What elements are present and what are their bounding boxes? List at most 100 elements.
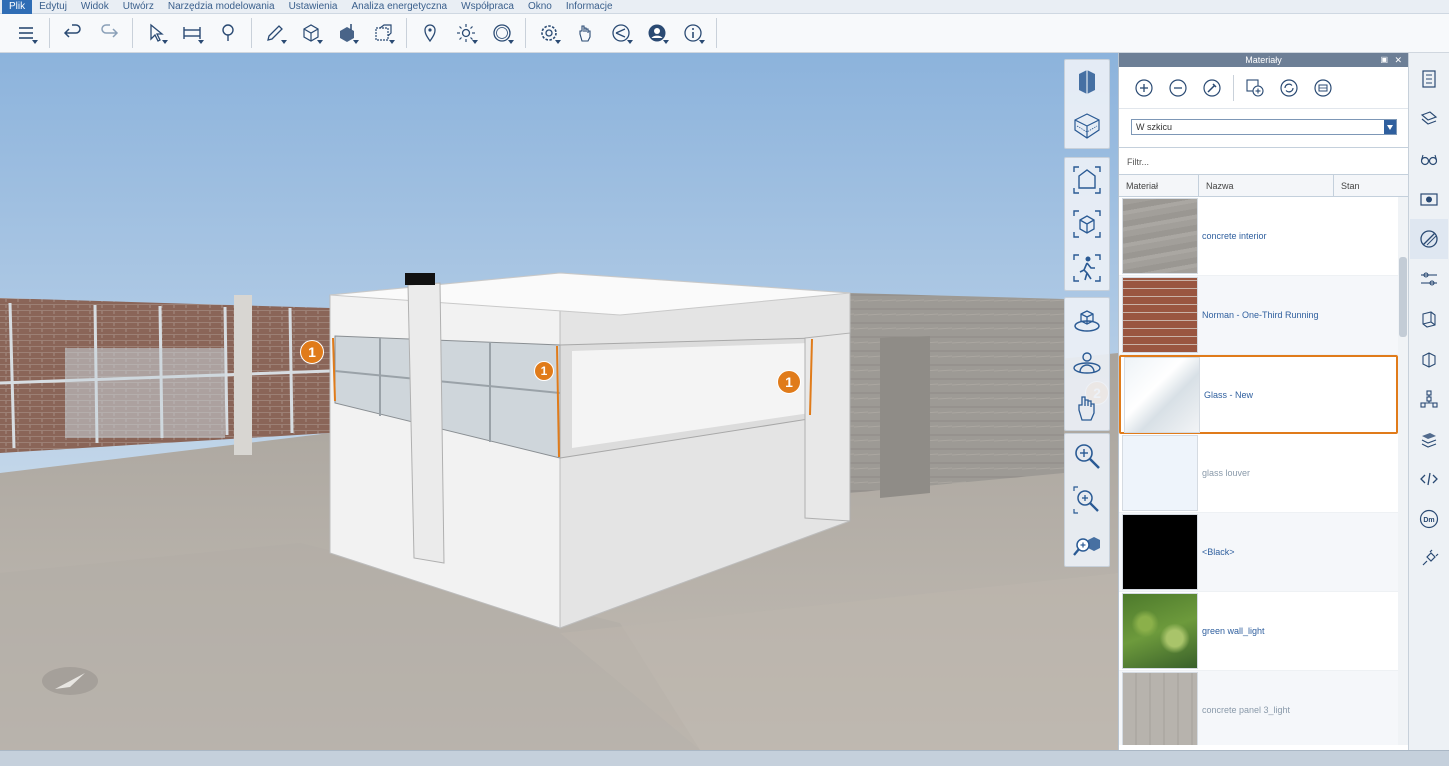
properties-button[interactable]: [1410, 59, 1448, 99]
material-name: concrete panel 3_light: [1202, 705, 1291, 715]
menu-analiza-energetyczna[interactable]: Analiza energetyczna: [345, 0, 455, 14]
duplicate-material-button[interactable]: [1238, 73, 1272, 103]
plugin-button[interactable]: [1410, 539, 1448, 579]
refresh-material-button[interactable]: [1272, 73, 1306, 103]
hierarchy-button[interactable]: [1410, 379, 1448, 419]
zoom-icon: [1075, 444, 1100, 469]
layers-icon: [1420, 111, 1438, 125]
orbit-tools-group: [1064, 297, 1110, 431]
material-thumbnail: [1122, 277, 1198, 353]
redo-button[interactable]: [91, 18, 127, 48]
redo-icon: [101, 24, 119, 38]
zoom-extents-button[interactable]: [1065, 158, 1109, 202]
materials-toolbar: [1119, 67, 1408, 109]
dynamo-button[interactable]: Dm: [1410, 499, 1448, 539]
list-item[interactable]: <Black>: [1119, 513, 1408, 592]
material-thumbnail: [1122, 593, 1198, 669]
scripting-button[interactable]: [1410, 459, 1448, 499]
walk-button[interactable]: [1065, 246, 1109, 290]
share-button[interactable]: [603, 18, 639, 48]
glasses-icon: [1420, 154, 1438, 166]
menu-button[interactable]: [8, 18, 44, 48]
layers-button[interactable]: [1410, 99, 1448, 139]
menu-narzedzia-modelowania[interactable]: Narzędzia modelowania: [161, 0, 282, 14]
orbit-button[interactable]: [1065, 298, 1109, 342]
menu-okno[interactable]: Okno: [521, 0, 559, 14]
menu-plik[interactable]: Plik: [2, 0, 33, 14]
menu-widok[interactable]: Widok: [74, 0, 116, 14]
settings-button[interactable]: [531, 18, 567, 48]
materials-list: concrete interior Norman - One-Third Run…: [1119, 197, 1408, 745]
pin-icon[interactable]: ▣: [1380, 53, 1388, 67]
material-name: <Black>: [1202, 547, 1235, 557]
snaps-button[interactable]: [1410, 259, 1448, 299]
materials-button[interactable]: [1410, 219, 1448, 259]
list-item[interactable]: green wall_light: [1119, 592, 1408, 671]
menu-informacje[interactable]: Informacje: [559, 0, 620, 14]
styles-button[interactable]: [1410, 139, 1448, 179]
column-header-name[interactable]: Nazwa: [1199, 175, 1334, 196]
zoom-tools-group: [1064, 433, 1110, 567]
time-button[interactable]: [484, 18, 520, 48]
walk-icon: [1073, 254, 1101, 282]
toolbar-divider: [1233, 74, 1234, 101]
column-header-status[interactable]: Stan: [1334, 175, 1360, 196]
column-header-material[interactable]: Materiał: [1119, 175, 1199, 196]
measure-button[interactable]: [174, 18, 210, 48]
undo-button[interactable]: [55, 18, 91, 48]
select-button[interactable]: [138, 18, 174, 48]
hand-button[interactable]: [567, 18, 603, 48]
scrollbar-thumb[interactable]: [1399, 257, 1407, 337]
menu-wspolpraca[interactable]: Współpraca: [454, 0, 521, 14]
eyedropper-button[interactable]: [1195, 73, 1229, 103]
sun-button[interactable]: [448, 18, 484, 48]
location-icon: [424, 24, 436, 43]
add-material-button[interactable]: [1127, 73, 1161, 103]
menu-edytuj[interactable]: Edytuj: [32, 0, 74, 14]
status-bar: [0, 750, 1449, 766]
zoom-window-button[interactable]: [1065, 478, 1109, 522]
cube-wireframe-icon: [1074, 113, 1100, 139]
paint-button[interactable]: [210, 18, 246, 48]
list-item[interactable]: Norman - One-Third Running: [1119, 276, 1408, 355]
location-button[interactable]: [412, 18, 448, 48]
material-name: Glass - New: [1204, 389, 1254, 400]
components-button[interactable]: [1410, 299, 1448, 339]
panel-title-text: Materiały: [1245, 55, 1282, 65]
close-icon[interactable]: ✕: [1394, 53, 1402, 67]
push-pull-button[interactable]: [329, 18, 365, 48]
callout-1-right: 1: [777, 370, 801, 394]
menu-utworz[interactable]: Utwórz: [116, 0, 161, 14]
material-scope-select[interactable]: W szkicu: [1131, 119, 1397, 135]
zoom-button[interactable]: [1065, 434, 1109, 478]
pan-button[interactable]: [1065, 386, 1109, 430]
3d-viewport[interactable]: 1 1 1 2: [0, 53, 1118, 750]
list-item-selected[interactable]: Glass - New: [1119, 355, 1398, 434]
box-button[interactable]: [293, 18, 329, 48]
user-button[interactable]: [639, 18, 675, 48]
look-around-button[interactable]: [1065, 342, 1109, 386]
front-view-button[interactable]: [1065, 60, 1109, 104]
bottom-view-button[interactable]: [1065, 104, 1109, 148]
transform-button[interactable]: [365, 18, 401, 48]
zoom-selection-button[interactable]: [1065, 202, 1109, 246]
list-item[interactable]: concrete panel 3_light: [1119, 671, 1408, 745]
scenes-button[interactable]: [1410, 179, 1448, 219]
materials-scrollbar[interactable]: [1398, 197, 1408, 745]
menu-ustawienia[interactable]: Ustawienia: [282, 0, 345, 14]
duplicate-icon: [1246, 78, 1264, 97]
refresh-icon: [1280, 78, 1298, 97]
list-item[interactable]: concrete interior: [1119, 197, 1408, 276]
callout-1-left: 1: [300, 340, 324, 364]
pencil-button[interactable]: [257, 18, 293, 48]
section-icon: [1422, 352, 1436, 368]
stack-button[interactable]: [1410, 419, 1448, 459]
remove-material-button[interactable]: [1161, 73, 1195, 103]
zoom-selected-button[interactable]: [1065, 522, 1109, 566]
library-icon: [1314, 78, 1332, 97]
list-item[interactable]: glass louver: [1119, 434, 1408, 513]
material-library-button[interactable]: [1306, 73, 1340, 103]
filter-input[interactable]: Filtr...: [1119, 147, 1408, 175]
info-button[interactable]: [675, 18, 711, 48]
sections-button[interactable]: [1410, 339, 1448, 379]
